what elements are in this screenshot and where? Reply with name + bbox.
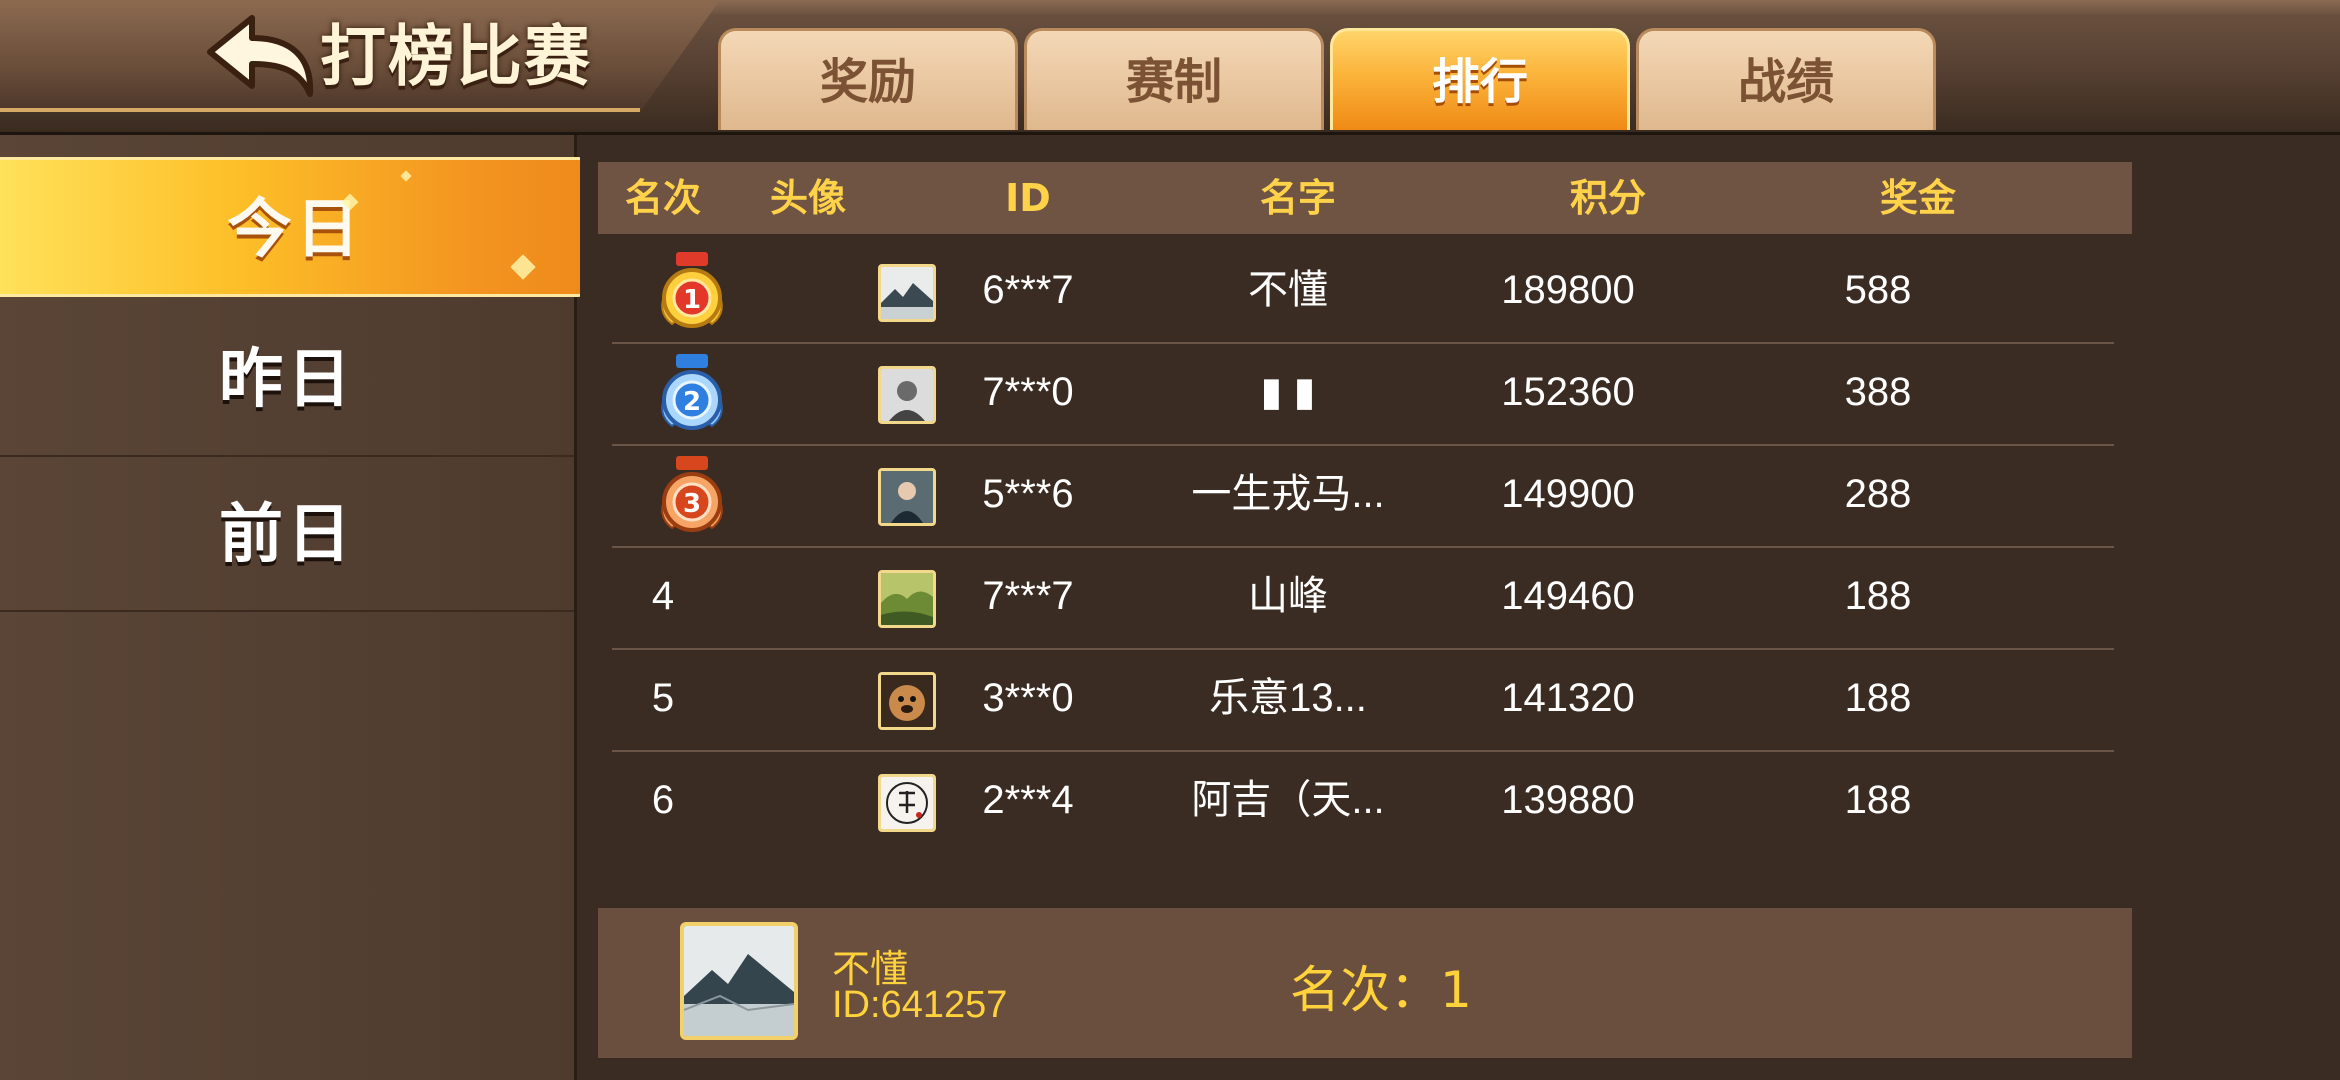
column-header-prize: 奖金 [1879, 176, 1956, 220]
mountain-avatar-icon [684, 926, 794, 1036]
cell-prize: 188 [1844, 574, 1912, 618]
cell-id: 2***4 [982, 778, 1074, 822]
tab-record[interactable]: 战绩 [1636, 28, 1936, 130]
cell-id: 3***0 [982, 676, 1074, 720]
header-bar: 打榜比赛 奖励 赛制 排行 战绩 [0, 0, 2340, 135]
cell-name: 乐意13... [1209, 676, 1367, 720]
tab-ranking[interactable]: 排行 [1330, 28, 1630, 130]
table-row: 1 6***7 不懂 189800 588 [612, 240, 2114, 344]
sparkle-decoration [400, 170, 412, 182]
cell-rank: 5 [651, 676, 675, 720]
cell-name: 一生戎马... [1191, 472, 1385, 516]
cell-score: 189800 [1501, 268, 1635, 312]
sidebar-item-today[interactable]: 今日 [0, 157, 594, 297]
page-title: 打榜比赛 [320, 18, 592, 95]
table-row: 4 7***7 山峰 149460 188 [612, 546, 2114, 650]
cell-prize: 288 [1844, 472, 1912, 516]
cell-id: 7***0 [982, 370, 1074, 414]
cell-rank: 4 [651, 574, 675, 618]
sparkle-decoration [510, 254, 536, 280]
cell-prize: 188 [1844, 778, 1912, 822]
table-row: 5 3***0 乐意13... 141320 188 [612, 648, 2114, 752]
column-header-id: ID [1005, 176, 1051, 220]
cell-id: 7***7 [982, 574, 1074, 618]
svg-text:3: 3 [683, 489, 701, 519]
cell-score: 149460 [1501, 574, 1635, 618]
mountain-avatar-icon [881, 267, 933, 319]
cell-name: 不懂 [1248, 268, 1328, 312]
calligraphy-avatar-icon [881, 777, 933, 829]
silver-medal-icon: 2 [661, 354, 723, 430]
table-row: 6 2***4 阿吉（天... 139880 188 [612, 750, 2114, 852]
tab-rewards[interactable]: 奖励 [718, 28, 1018, 130]
column-header-score: 积分 [1569, 176, 1646, 220]
dog-avatar-icon [881, 675, 933, 727]
cell-name: 阿吉（天... [1191, 778, 1385, 822]
cell-score: 139880 [1501, 778, 1635, 822]
date-sidebar: 今日 昨日 前日 [0, 135, 594, 1080]
cell-score: 149900 [1501, 472, 1635, 516]
table-row: 2 7***0 ▮ ▮ 152360 388 [612, 342, 2114, 446]
cell-id: 5***6 [982, 472, 1074, 516]
cell-name: 山峰 [1248, 574, 1328, 618]
gold-medal-icon: 1 [661, 252, 723, 328]
table-row: 3 5***6 一生戎马... 149900 288 [612, 444, 2114, 548]
sidebar-item-day-before[interactable]: 前日 [0, 460, 574, 612]
cell-rank: 6 [651, 778, 675, 822]
column-header-name: 名字 [1259, 176, 1336, 220]
cell-prize: 188 [1844, 676, 1912, 720]
bronze-medal-icon: 3 [661, 456, 723, 532]
landscape-avatar-icon [881, 573, 933, 625]
cell-score: 152360 [1501, 370, 1635, 414]
my-id: ID:641257 [832, 984, 1008, 1026]
my-rank: 名次：1 [1290, 961, 1472, 1019]
svg-text:2: 2 [683, 387, 701, 417]
cell-id: 6***7 [982, 268, 1074, 312]
cell-prize: 588 [1844, 268, 1912, 312]
column-header-rank: 名次 [624, 176, 701, 220]
cell-score: 141320 [1501, 676, 1635, 720]
cell-prize: 388 [1844, 370, 1912, 414]
table-header: 名次 头像 ID 名字 积分 奖金 [598, 162, 2132, 234]
tab-rules[interactable]: 赛制 [1024, 28, 1324, 130]
svg-text:1: 1 [683, 285, 701, 315]
back-arrow-icon[interactable] [200, 10, 320, 100]
column-header-avatar: 头像 [769, 176, 846, 220]
cell-name: ▮ ▮ [1260, 370, 1316, 414]
sidebar-item-yesterday[interactable]: 昨日 [0, 305, 574, 457]
my-avatar[interactable] [680, 922, 798, 1040]
person-avatar-icon [881, 471, 933, 523]
portrait-avatar-icon [881, 369, 933, 421]
